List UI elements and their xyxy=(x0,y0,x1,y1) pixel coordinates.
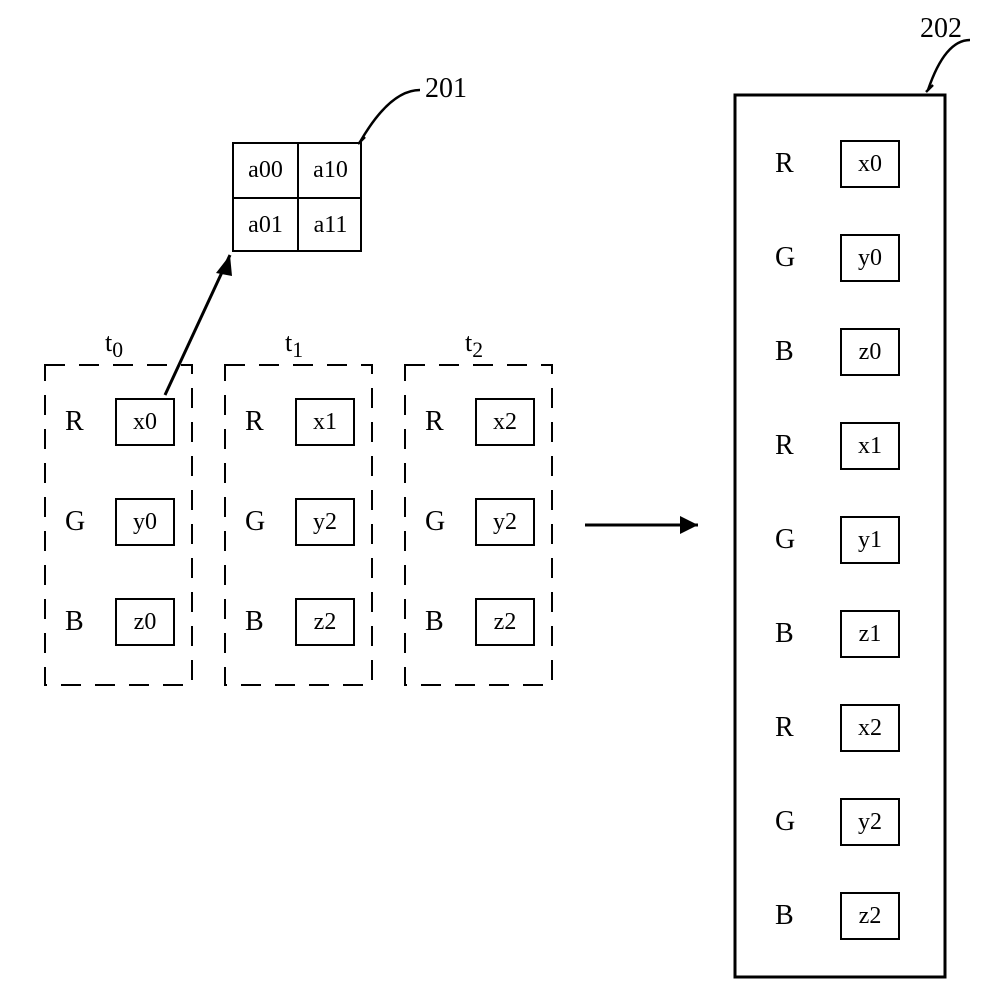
t2-B-label: B xyxy=(425,608,444,636)
t2-B-box: z2 xyxy=(475,598,535,646)
diagram-stage: 201 202 a00 a10 a01 a11 t0 t1 t2 R x0 G … xyxy=(0,0,993,1000)
s202-2-ch: B xyxy=(775,338,794,366)
s202-1-box: y0 xyxy=(840,234,900,282)
s202-1-ch: G xyxy=(775,244,795,272)
t1-sub: 1 xyxy=(292,338,303,362)
grid-201-a01: a01 xyxy=(234,199,299,252)
s202-3-box: x1 xyxy=(840,422,900,470)
s202-6-ch: R xyxy=(775,714,794,742)
callout-202-curve xyxy=(928,40,970,90)
callout-202-label: 202 xyxy=(920,15,962,43)
grid-201: a00 a10 a01 a11 xyxy=(232,142,362,252)
callout-202-tick xyxy=(926,85,933,92)
s202-7-box: y2 xyxy=(840,798,900,846)
s202-7-ch: G xyxy=(775,808,795,836)
s202-8-box: z2 xyxy=(840,892,900,940)
t2-R-label: R xyxy=(425,408,444,436)
s202-8-ch: B xyxy=(775,902,794,930)
s202-2-box: z0 xyxy=(840,328,900,376)
t1-G-box: y2 xyxy=(295,498,355,546)
t1-B-box: z2 xyxy=(295,598,355,646)
t2-G-label: G xyxy=(425,508,445,536)
t0-sub: 0 xyxy=(112,338,123,362)
callout-201-label: 201 xyxy=(425,75,467,103)
callout-201-curve xyxy=(360,90,420,142)
s202-0-box: x0 xyxy=(840,140,900,188)
arrowhead-202 xyxy=(680,516,698,534)
s202-0-ch: R xyxy=(775,150,794,178)
s202-5-ch: B xyxy=(775,620,794,648)
t0-B-label: B xyxy=(65,608,84,636)
s202-6-box: x2 xyxy=(840,704,900,752)
frame-t1-label: t1 xyxy=(285,330,303,362)
grid-201-a00: a00 xyxy=(234,144,299,199)
t0-B-box: z0 xyxy=(115,598,175,646)
frame-t2-label: t2 xyxy=(465,330,483,362)
s202-5-box: z1 xyxy=(840,610,900,658)
t2-R-box: x2 xyxy=(475,398,535,446)
arrowhead-201 xyxy=(216,255,232,276)
t0-G-label: G xyxy=(65,508,85,536)
s202-4-box: y1 xyxy=(840,516,900,564)
frame-t0-label: t0 xyxy=(105,330,123,362)
arrow-201 xyxy=(165,255,230,395)
grid-201-a10: a10 xyxy=(299,144,362,199)
t1-G-label: G xyxy=(245,508,265,536)
t2-G-box: y2 xyxy=(475,498,535,546)
t0-R-box: x0 xyxy=(115,398,175,446)
t0-G-box: y0 xyxy=(115,498,175,546)
t2-sub: 2 xyxy=(472,338,483,362)
t0-R-label: R xyxy=(65,408,84,436)
s202-3-ch: R xyxy=(775,432,794,460)
s202-4-ch: G xyxy=(775,526,795,554)
t1-R-label: R xyxy=(245,408,264,436)
t1-B-label: B xyxy=(245,608,264,636)
t1-R-box: x1 xyxy=(295,398,355,446)
grid-201-a11: a11 xyxy=(299,199,362,252)
